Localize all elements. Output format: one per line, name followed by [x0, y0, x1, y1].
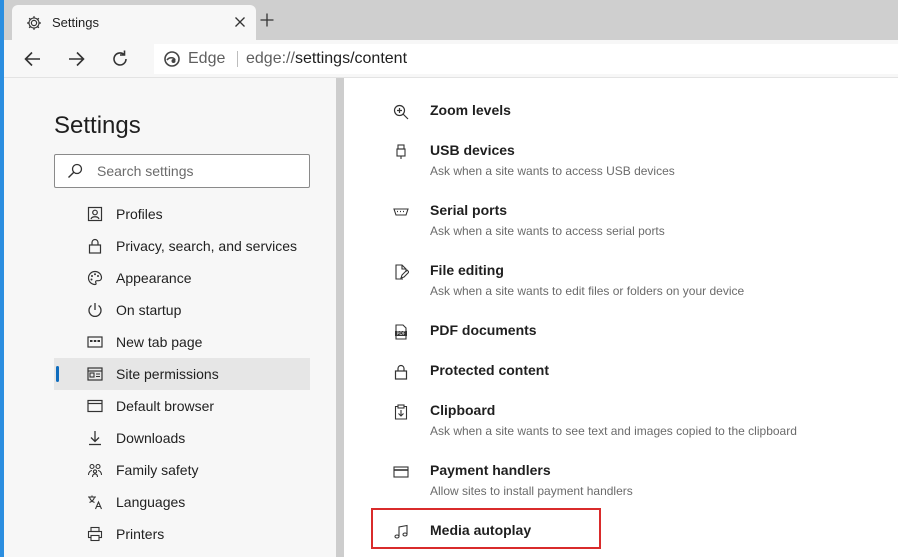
permission-title: File editing	[430, 262, 504, 278]
permission-file-editing[interactable]: File editing Ask when a site wants to ed…	[384, 262, 884, 302]
tab-title: Settings	[52, 15, 99, 30]
sidebar-item-languages[interactable]: Languages	[54, 486, 310, 518]
search-icon	[67, 163, 83, 179]
refresh-icon[interactable]	[109, 48, 131, 70]
music-note-icon	[393, 524, 409, 540]
permission-payment-handlers[interactable]: Payment handlers Allow sites to install …	[384, 462, 884, 502]
usb-icon	[393, 144, 409, 160]
sidebar-item-downloads[interactable]: Downloads	[54, 422, 310, 454]
zoom-icon	[393, 104, 409, 120]
new-tab-page-icon	[87, 334, 103, 350]
url-scheme: edge://	[246, 50, 295, 67]
permission-description: Ask when a site wants to access serial p…	[430, 224, 665, 238]
permission-pdf-documents[interactable]: PDF PDF documents	[384, 322, 884, 346]
permission-zoom-levels[interactable]: Zoom levels	[384, 102, 884, 126]
close-icon[interactable]	[234, 16, 246, 28]
permission-clipboard[interactable]: Clipboard Ask when a site wants to see t…	[384, 402, 884, 442]
payment-card-icon	[393, 464, 409, 480]
clipboard-icon	[393, 404, 409, 420]
permission-description: Ask when a site wants to access USB devi…	[430, 164, 675, 178]
tab-strip: Settings	[4, 0, 898, 40]
edge-logo-icon	[164, 51, 180, 67]
family-icon	[87, 462, 103, 478]
sidebar-item-label: New tab page	[116, 334, 203, 350]
arrow-right-icon[interactable]	[65, 48, 87, 70]
languages-icon	[87, 494, 103, 510]
arrow-left-icon[interactable]	[22, 48, 44, 70]
sidebar-item-new-tab-page[interactable]: New tab page	[54, 326, 310, 358]
permission-serial-ports[interactable]: Serial ports Ask when a site wants to ac…	[384, 202, 884, 242]
power-icon	[87, 302, 103, 318]
permission-usb-devices[interactable]: USB devices Ask when a site wants to acc…	[384, 142, 884, 182]
permission-description: Ask when a site wants to see text and im…	[430, 424, 797, 438]
tab-settings[interactable]: Settings	[12, 5, 256, 40]
svg-text:PDF: PDF	[397, 331, 406, 337]
url-separator	[237, 51, 238, 67]
permission-title: PDF documents	[430, 322, 537, 338]
sidebar-item-appearance[interactable]: Appearance	[54, 262, 310, 294]
sidebar-item-label: Appearance	[116, 270, 192, 286]
printer-icon	[87, 526, 103, 542]
permission-title: Media autoplay	[430, 522, 532, 538]
permission-description: Allow sites to install payment handlers	[430, 484, 633, 498]
search-input[interactable]: Search settings	[54, 154, 310, 188]
page-title: Settings	[54, 112, 141, 139]
address-toolbar: Edge edge://settings/content	[4, 40, 898, 78]
sidebar-item-label: Printers	[116, 526, 165, 542]
url-path: settings/content	[294, 50, 408, 67]
settings-nav-list: Profiles Privacy, search, and services A…	[54, 198, 310, 550]
file-edit-icon	[393, 264, 409, 280]
sidebar-item-label: Site permissions	[116, 366, 219, 382]
site-identity-label: Edge	[188, 50, 226, 67]
permission-media-autoplay[interactable]: Media autoplay	[384, 522, 884, 546]
sidebar-item-family-safety[interactable]: Family safety	[54, 454, 310, 486]
sidebar-item-label: Profiles	[116, 206, 163, 222]
sidebar-item-privacy[interactable]: Privacy, search, and services	[54, 230, 310, 262]
permission-title: Clipboard	[430, 402, 496, 418]
sidebar-item-label: Family safety	[116, 462, 199, 478]
gear-icon	[26, 15, 42, 31]
permission-title: USB devices	[430, 142, 515, 158]
lock-icon	[87, 238, 103, 254]
search-placeholder: Search settings	[97, 163, 194, 179]
permission-protected-content[interactable]: Protected content	[384, 362, 884, 386]
sidebar-item-label: On startup	[116, 302, 182, 318]
settings-sidebar: Settings Search settings Profiles Privac…	[4, 78, 336, 557]
permission-title: Protected content	[430, 362, 550, 378]
sidebar-item-label: Languages	[116, 494, 186, 510]
content-scrollbar[interactable]	[336, 78, 344, 557]
sidebar-item-label: Downloads	[116, 430, 186, 446]
sidebar-item-printers[interactable]: Printers	[54, 518, 310, 550]
permission-title: Payment handlers	[430, 462, 551, 478]
url-text: edge://settings/content	[246, 50, 407, 68]
sidebar-item-on-startup[interactable]: On startup	[54, 294, 310, 326]
profile-icon	[87, 206, 103, 222]
plus-icon[interactable]	[260, 13, 274, 27]
sidebar-item-label: Default browser	[116, 398, 215, 414]
sidebar-item-default-browser[interactable]: Default browser	[54, 390, 310, 422]
site-permissions-icon	[87, 366, 103, 382]
sidebar-item-site-permissions[interactable]: Site permissions	[54, 358, 310, 390]
browser-icon	[87, 398, 103, 414]
download-icon	[87, 430, 103, 446]
permission-description: Ask when a site wants to edit files or f…	[430, 284, 745, 298]
pdf-icon: PDF	[393, 324, 409, 340]
lock-icon	[393, 364, 409, 380]
sidebar-item-profiles[interactable]: Profiles	[54, 198, 310, 230]
serial-port-icon	[393, 204, 409, 220]
site-permissions-list: Zoom levels USB devices Ask when a site …	[344, 78, 898, 557]
sidebar-item-label: Privacy, search, and services	[116, 238, 298, 254]
palette-icon	[87, 270, 103, 286]
permission-title: Serial ports	[430, 202, 508, 218]
permission-title: Zoom levels	[430, 102, 511, 118]
address-bar[interactable]: Edge edge://settings/content	[154, 44, 898, 74]
